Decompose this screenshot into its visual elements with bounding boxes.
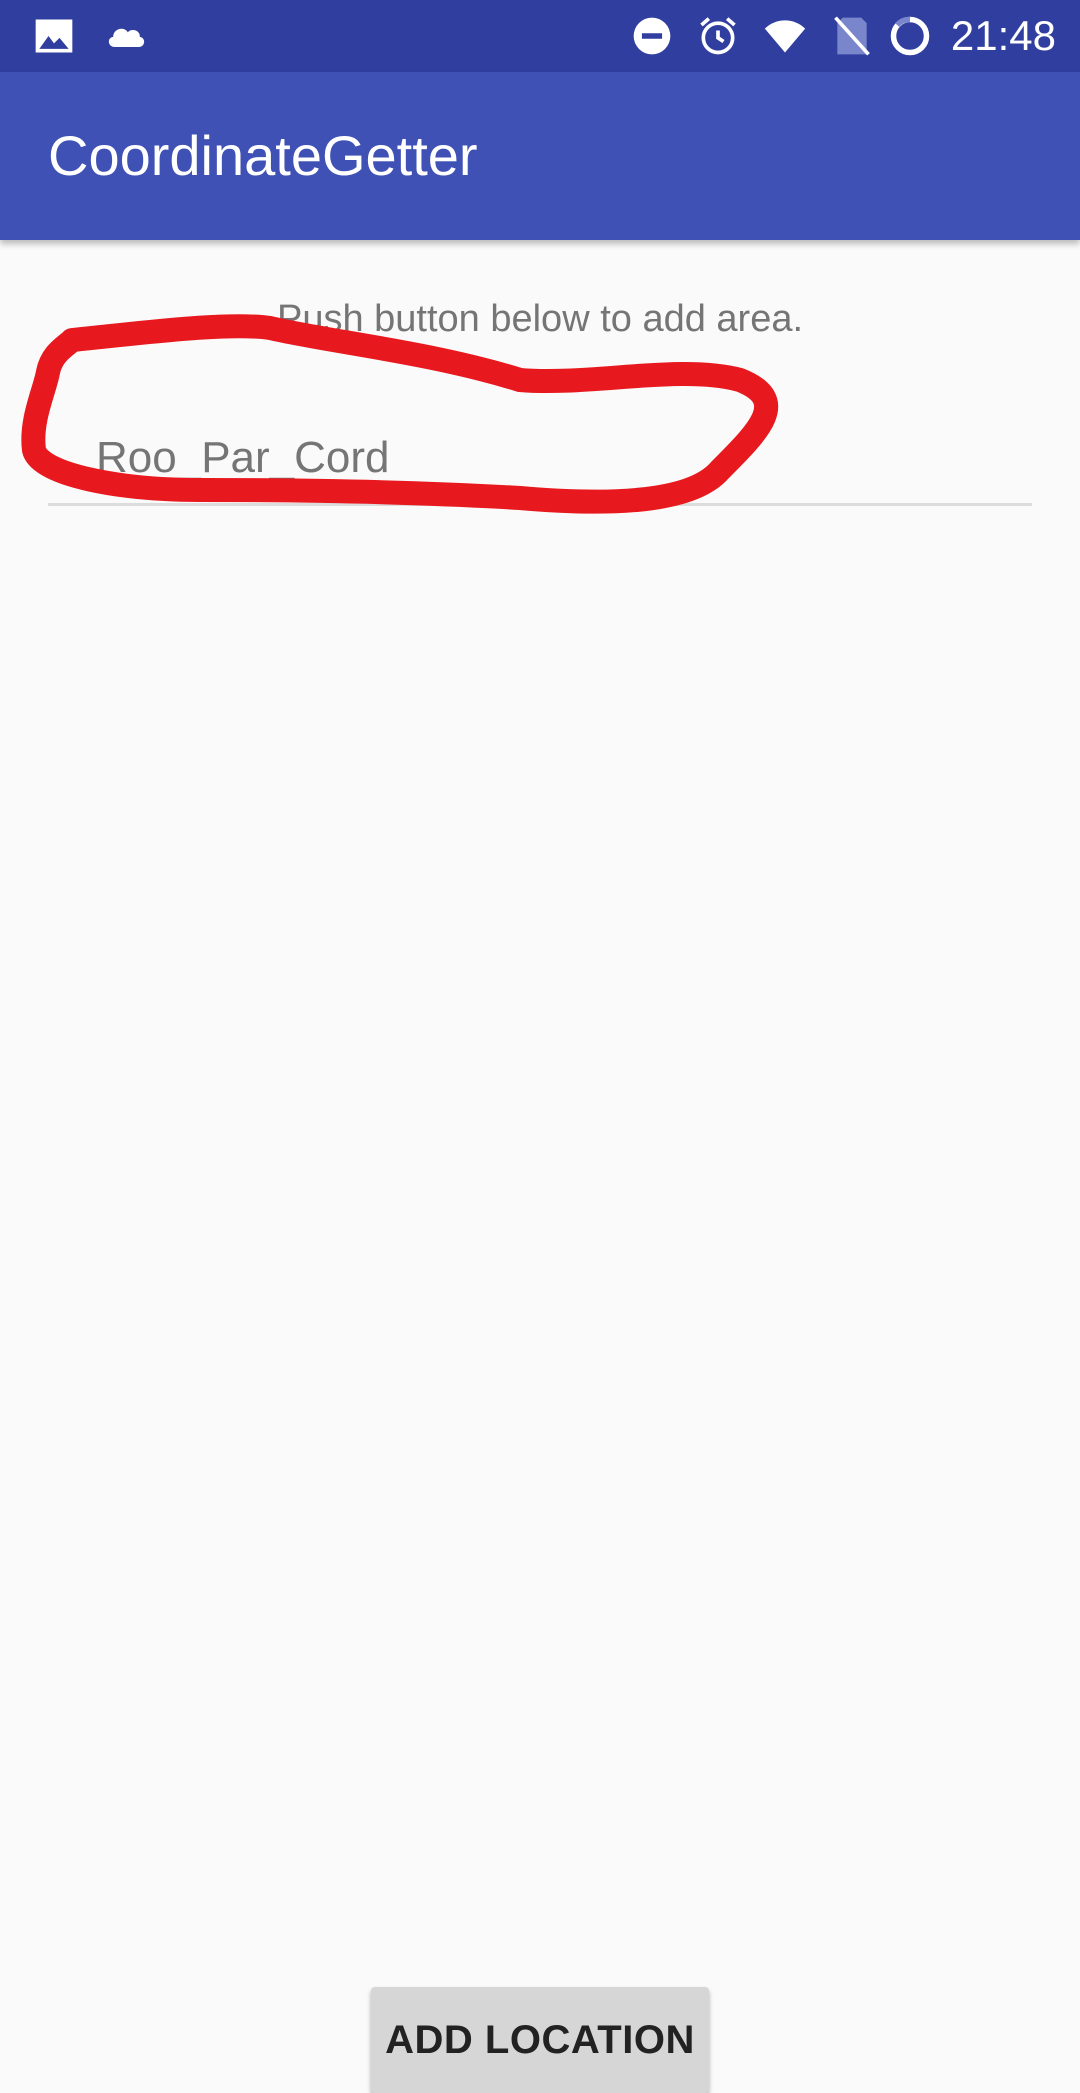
do-not-disturb-icon — [633, 17, 671, 55]
battery-icon — [890, 16, 930, 56]
alarm-icon — [700, 17, 736, 55]
add-location-button[interactable]: ADD LOCATION — [371, 1987, 709, 2093]
status-time: 21:48 — [950, 12, 1056, 59]
status-bar: 21:48 — [0, 0, 1080, 72]
area-name-field[interactable]: Roo_Par_Cord — [48, 390, 1032, 506]
hint-text: Push button below to add area. — [276, 298, 804, 340]
area-name-value[interactable]: Roo_Par_Cord — [96, 430, 390, 486]
image-icon — [35, 19, 73, 53]
no-sim-icon — [834, 16, 870, 56]
field-underline — [48, 503, 1032, 506]
cloud-icon — [108, 28, 145, 47]
app-title: CoordinateGetter — [48, 124, 478, 187]
wifi-icon — [764, 20, 806, 53]
main-content: Push button below to add area. Roo_Par_C… — [0, 240, 1080, 2093]
app-bar: CoordinateGetter — [0, 72, 1080, 240]
